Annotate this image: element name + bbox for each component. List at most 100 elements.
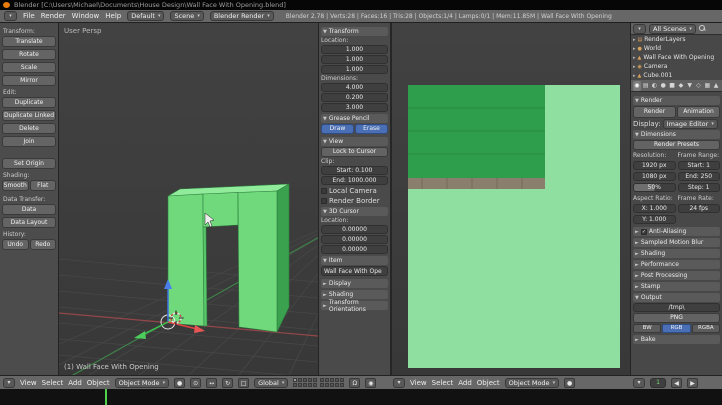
location-y-field[interactable]: 1.000 (321, 55, 388, 64)
layer-toggle[interactable] (298, 378, 303, 382)
pivot-center-icon[interactable]: ⊙ (190, 377, 202, 388)
shade-smooth-button[interactable]: Smooth (2, 180, 29, 191)
menu-select[interactable]: Select (42, 379, 64, 387)
cursor-y-field[interactable]: 0.00000 (321, 235, 388, 244)
layer-toggle[interactable] (320, 378, 325, 382)
cursor-panel-header[interactable]: ▼ 3D Cursor (321, 207, 388, 216)
layer-toggle[interactable] (313, 378, 318, 382)
transform-panel-header[interactable]: ▼ Transform (321, 27, 388, 36)
render-camera-icon[interactable]: ◉ (365, 377, 377, 388)
aspect-x-field[interactable]: X: 1.000 (633, 204, 676, 213)
menu-add[interactable]: Add (458, 379, 472, 387)
layer-toggle[interactable] (335, 383, 340, 387)
grease-erase-button[interactable]: Erase (355, 124, 388, 134)
viewport-3d-secondary[interactable] (392, 23, 630, 375)
layer-toggle[interactable] (325, 378, 330, 382)
performance-panel-header[interactable]: ► Performance (633, 260, 720, 269)
tab-texture-icon[interactable]: ▦ (703, 81, 711, 91)
dimension-y-field[interactable]: 0.200 (321, 93, 388, 102)
stamp-panel-header[interactable]: ► Stamp (633, 282, 720, 291)
menu-object[interactable]: Object (477, 379, 500, 387)
timeline-editor-icon[interactable]: ▾ (633, 377, 645, 388)
layer-toggle[interactable] (340, 378, 345, 382)
manipulator-translate-icon[interactable]: ↔ (206, 377, 218, 388)
duplicate-linked-button[interactable]: Duplicate Linked (2, 110, 56, 121)
play-icon[interactable]: ▶ (687, 377, 698, 388)
layer-toggle[interactable] (340, 383, 345, 387)
aspect-y-field[interactable]: Y: 1.000 (633, 215, 676, 224)
layout-dropdown[interactable]: Default ▾ (127, 11, 165, 21)
rotate-button[interactable]: Rotate (2, 49, 56, 60)
render-border-checkbox[interactable] (321, 197, 327, 204)
viewport-shading-icon[interactable]: ● (564, 377, 576, 388)
viewport-3d-main[interactable]: User Persp (1) Wall Face With Opening (0, 23, 370, 394)
data-layout-button[interactable]: Data Layout (2, 217, 56, 228)
dimensions-panel-header[interactable]: ▼ Dimensions (633, 130, 720, 139)
tab-render-icon[interactable]: ◉ (633, 80, 641, 91)
view-panel-header[interactable]: ▼ View (321, 137, 388, 146)
anti-aliasing-checkbox[interactable]: ✓ (640, 228, 647, 235)
tab-world-icon[interactable]: ● (659, 81, 667, 91)
tab-modifiers-icon[interactable]: ◆ (677, 81, 685, 91)
viewport-shading-icon[interactable]: ● (174, 377, 186, 388)
local-camera-checkbox[interactable] (321, 187, 327, 194)
frame-step-field[interactable]: Step: 1 (677, 183, 720, 192)
resolution-percentage-slider[interactable]: 50% (633, 183, 676, 192)
outliner-row[interactable]: ▸ ▤ RenderLayers (631, 35, 722, 44)
layer-toggle[interactable] (320, 383, 325, 387)
timeline-playhead[interactable] (105, 389, 107, 405)
output-path-field[interactable]: /tmp\ (633, 303, 720, 312)
jump-prev-icon[interactable]: ◀ (671, 377, 682, 388)
menu-view[interactable]: View (410, 379, 427, 387)
layers-widget[interactable] (293, 378, 345, 387)
layer-toggle[interactable] (303, 383, 308, 387)
disclosure-icon[interactable]: ▸ (633, 46, 636, 52)
item-name-input[interactable] (321, 266, 388, 276)
join-button[interactable]: Join (2, 136, 56, 147)
display-dropdown[interactable]: Image Editor ▾ (662, 118, 718, 129)
undo-button[interactable]: Undo (2, 239, 29, 250)
location-x-field[interactable]: 1.000 (321, 45, 388, 54)
shade-flat-button[interactable]: Flat (29, 180, 56, 191)
dimension-z-field[interactable]: 3.000 (321, 103, 388, 112)
frame-start-field[interactable]: Start: 1 (677, 161, 720, 170)
menu-file[interactable]: File (23, 12, 35, 20)
disclosure-icon[interactable]: ▸ (633, 55, 636, 61)
resolution-x-field[interactable]: 1920 px (633, 161, 676, 170)
location-z-field[interactable]: 1.000 (321, 65, 388, 74)
data-transfer-button[interactable]: Data (2, 204, 56, 215)
layer-toggle[interactable] (293, 378, 298, 382)
lock-to-cursor-button[interactable]: Lock to Cursor (321, 147, 388, 157)
outliner-editor-icon[interactable]: ▾ (633, 23, 646, 34)
tab-object-icon[interactable]: ■ (668, 81, 676, 91)
channels-rgb-button[interactable]: RGB (662, 324, 691, 333)
menu-window[interactable]: Window (72, 12, 100, 20)
post-processing-panel-header[interactable]: ► Post Processing (633, 271, 720, 280)
outliner-display-dropdown[interactable]: All Scenes ▾ (649, 23, 696, 34)
channels-bw-button[interactable]: BW (633, 324, 662, 333)
resolution-y-field[interactable]: 1080 px (633, 172, 676, 181)
duplicate-button[interactable]: Duplicate (2, 97, 56, 108)
mode-dropdown[interactable]: Object Mode ▾ (114, 377, 170, 388)
dimension-x-field[interactable]: 4.000 (321, 83, 388, 92)
search-icon[interactable] (698, 25, 706, 32)
render-panel-header[interactable]: ▼ Render (633, 96, 720, 105)
anti-aliasing-panel-header[interactable]: ► ✓ Anti-Aliasing (633, 227, 720, 236)
layer-toggle[interactable] (303, 378, 308, 382)
frame-end-field[interactable]: End: 250 (677, 172, 720, 181)
output-panel-header[interactable]: ▼ Output (633, 293, 720, 302)
translate-button[interactable]: Translate (2, 36, 56, 47)
item-panel-header[interactable]: ▼ Item (321, 256, 388, 265)
transform-orientations-panel-header[interactable]: ► Transform Orientations (321, 299, 388, 313)
mode-dropdown[interactable]: Object Mode ▾ (504, 377, 560, 388)
grease-draw-button[interactable]: Draw (321, 124, 354, 134)
menu-render[interactable]: Render (41, 12, 66, 20)
shading-panel-header[interactable]: ► Shading (633, 249, 720, 258)
outliner-row[interactable]: ▸ ▲ Wall Face With Opening (631, 53, 722, 62)
mirror-button[interactable]: Mirror (2, 75, 56, 86)
outliner-row[interactable]: ▸ ◉ Camera (631, 62, 722, 71)
display-panel-header[interactable]: ► Display (321, 279, 388, 288)
cursor-x-field[interactable]: 0.00000 (321, 225, 388, 234)
disclosure-icon[interactable]: ▸ (633, 73, 636, 79)
outliner-row[interactable]: ▸ ● World (631, 44, 722, 53)
